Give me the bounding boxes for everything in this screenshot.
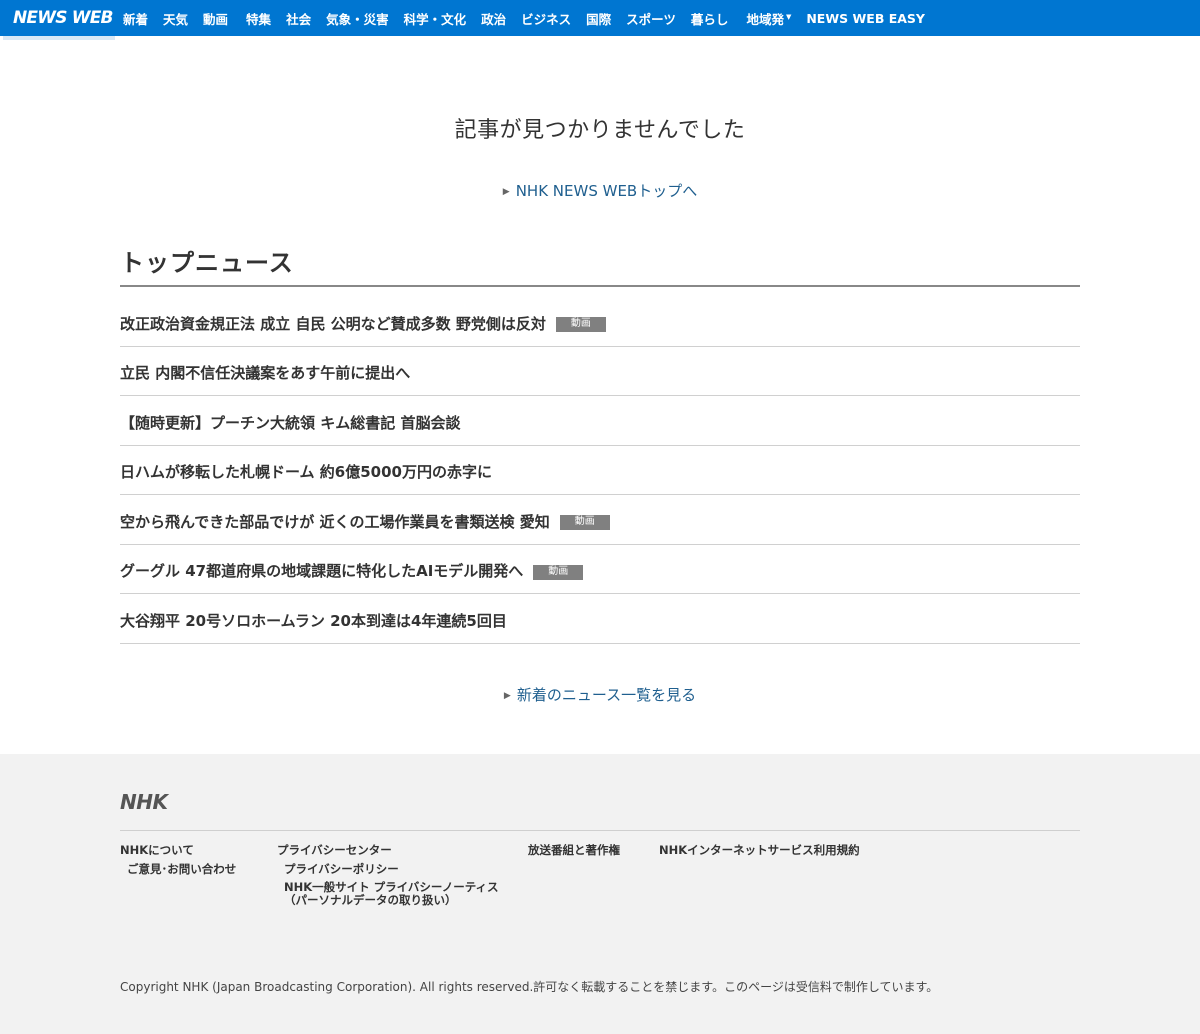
news-item: 大谷翔平 20号ソロホームラン 20本到達は4年連続5回目 [120, 594, 1080, 644]
news-web-logo[interactable]: NEWS WEB [0, 0, 115, 36]
nav-item-science[interactable]: 科学・文化 [404, 9, 467, 28]
nav-item-society[interactable]: 社会 [286, 9, 311, 28]
top-link-row: ▶ NHK NEWS WEBトップへ [0, 180, 1200, 201]
news-link[interactable]: 日ハムが移転した札幌ドーム 約6億5000万円の赤字に [120, 461, 492, 482]
news-link[interactable]: 大谷翔平 20号ソロホームラン 20本到達は4年連続5回目 [120, 610, 507, 631]
footer-link-privacy-notice[interactable]: NHK一般サイト プライバシーノーティス （パーソナルデータの取り扱い） [284, 881, 499, 907]
main-nav: 新着 天気 動画 特集 社会 気象・災害 科学・文化 政治 ビジネス 国際 スポ… [123, 0, 940, 36]
news-item: 改正政治資金規正法 成立 自民 公明など賛成多数 野党側は反対 動画 [120, 297, 1080, 347]
triangle-right-icon: ▶ [502, 187, 510, 197]
nav-item-video[interactable]: 動画 [203, 9, 228, 28]
news-item: 空から飛んできた部品でけが 近くの工場作業員を書類送検 愛知 動画 [120, 495, 1080, 545]
nav-item-region-label: 地域発 [746, 11, 784, 27]
nav-item-life[interactable]: 暮らし [691, 9, 729, 28]
global-header: NEWS WEB 新着 天気 動画 特集 社会 気象・災害 科学・文化 政治 ビ… [0, 0, 1200, 40]
news-link[interactable]: 改正政治資金規正法 成立 自民 公明など賛成多数 野党側は反対 [120, 313, 546, 334]
nav-item-politics[interactable]: 政治 [481, 9, 506, 28]
triangle-right-icon: ▶ [503, 691, 511, 701]
video-badge: 動画 [555, 317, 606, 333]
not-found-message: 記事が見つかりませんでした [454, 118, 746, 143]
top-news-list: 改正政治資金規正法 成立 自民 公明など賛成多数 野党側は反対 動画 立民 内閣… [120, 297, 1080, 644]
news-item: 立民 内閣不信任決議案をあす午前に提出へ [120, 347, 1080, 396]
footer-divider [120, 830, 1080, 831]
news-link[interactable]: 【随時更新】プーチン大統領 キム総書記 首脳会談 [120, 412, 460, 433]
footer-link-copyright-works[interactable]: 放送番組と著作権 [528, 844, 620, 857]
nav-item-feature[interactable]: 特集 [246, 9, 271, 28]
news-link[interactable]: 立民 内閣不信任決議案をあす午前に提出へ [120, 362, 410, 383]
news-web-top-link[interactable]: NHK NEWS WEBトップへ [516, 182, 698, 200]
nav-item-region[interactable]: 地域発 ▼ [746, 9, 791, 28]
nav-item-disaster[interactable]: 気象・災害 [326, 9, 389, 28]
logo-active-indicator [3, 36, 115, 40]
nav-item-business[interactable]: ビジネス [521, 9, 571, 28]
footer-link-privacy-policy[interactable]: プライバシーポリシー [284, 863, 399, 876]
site-footer: NHK NHKについて ご意見･お問い合わせ プライバシーセンター プライバシー… [0, 754, 1200, 1034]
footer-link-about[interactable]: NHKについて [120, 844, 194, 857]
nav-item-sports[interactable]: スポーツ [626, 9, 676, 28]
news-item: 【随時更新】プーチン大統領 キム総書記 首脳会談 [120, 396, 1080, 446]
news-link[interactable]: 空から飛んできた部品でけが 近くの工場作業員を書類送検 愛知 [120, 511, 550, 532]
footer-link-contact[interactable]: ご意見･お問い合わせ [127, 863, 236, 876]
video-badge: 動画 [559, 515, 610, 531]
nav-item-international[interactable]: 国際 [586, 9, 611, 28]
copyright-text: Copyright NHK (Japan Broadcasting Corpor… [120, 980, 939, 994]
more-news-link[interactable]: 新着のニュース一覧を見る [517, 686, 696, 704]
caret-down-icon: ▼ [785, 12, 792, 21]
nav-item-new[interactable]: 新着 [123, 9, 148, 28]
video-badge: 動画 [533, 564, 584, 580]
footer-link-privacy-center[interactable]: プライバシーセンター [277, 844, 392, 857]
nav-item-easy[interactable]: NEWS WEB EASY [806, 11, 925, 26]
top-news-heading: トップニュース [120, 243, 1080, 287]
footer-link-terms[interactable]: NHKインターネットサービス利用規約 [659, 844, 860, 857]
more-news-row: ▶ 新着のニュース一覧を見る [0, 684, 1200, 705]
news-item: グーグル 47都道府県の地域課題に特化したAIモデル開発へ 動画 [120, 545, 1080, 594]
nav-item-weather[interactable]: 天気 [163, 9, 188, 28]
news-link[interactable]: グーグル 47都道府県の地域課題に特化したAIモデル開発へ [120, 560, 523, 581]
news-item: 日ハムが移転した札幌ドーム 約6億5000万円の赤字に [120, 446, 1080, 495]
privacy-notice-line2: （パーソナルデータの取り扱い） [284, 893, 457, 907]
nhk-footer-logo[interactable]: NHK [120, 790, 168, 814]
